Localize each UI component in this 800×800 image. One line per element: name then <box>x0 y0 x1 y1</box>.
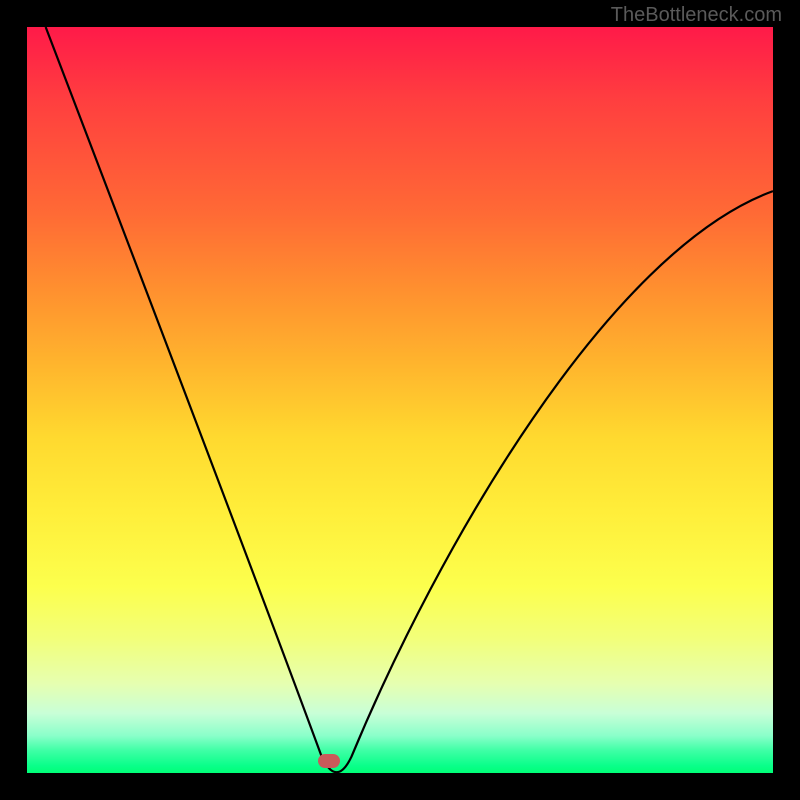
minimum-marker <box>318 754 340 768</box>
attribution-text: TheBottleneck.com <box>611 4 782 27</box>
chart-plot-area <box>27 27 773 773</box>
bottleneck-curve <box>27 27 773 773</box>
